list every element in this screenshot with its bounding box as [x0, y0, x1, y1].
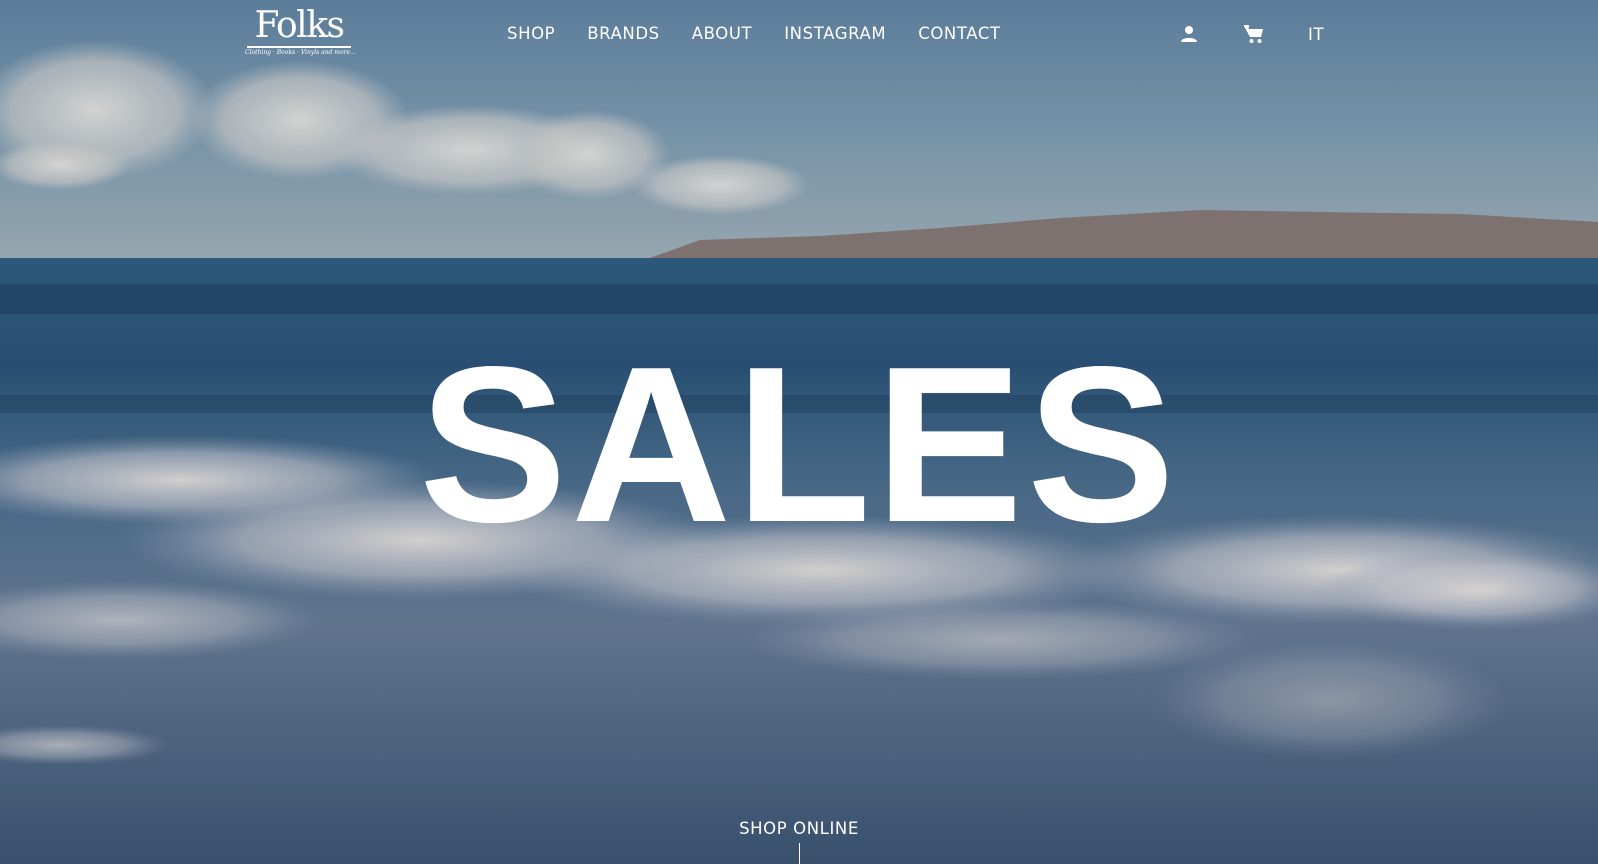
language-switch[interactable]: IT — [1308, 22, 1324, 46]
user-icon — [1181, 26, 1197, 42]
page: Folks Clothing · Books · Vinyls and more… — [0, 0, 1598, 864]
account-button[interactable] — [1178, 22, 1200, 46]
site-header: Folks Clothing · Books · Vinyls and more… — [0, 0, 1598, 70]
main-nav: SHOP BRANDS ABOUT INSTAGRAM CONTACT — [507, 22, 1033, 46]
nav-instagram[interactable]: INSTAGRAM — [784, 22, 886, 46]
nav-about[interactable]: ABOUT — [692, 22, 752, 46]
cart-icon — [1244, 25, 1263, 43]
scroll-indicator-line — [799, 843, 800, 864]
logo-wordmark: Folks — [254, 5, 346, 46]
header-tools: IT — [1178, 22, 1324, 46]
cart-button[interactable] — [1242, 22, 1266, 46]
nav-contact[interactable]: CONTACT — [918, 22, 1000, 46]
hero-title: SALES — [418, 321, 1180, 569]
folks-logo[interactable]: Folks Clothing · Books · Vinyls and more… — [245, 5, 356, 57]
nav-brands[interactable]: BRANDS — [587, 22, 660, 46]
cta: SHOP ONLINE — [0, 818, 1598, 840]
nav-shop[interactable]: SHOP — [507, 22, 555, 46]
logo-rule — [247, 46, 351, 48]
logo-tagline: Clothing · Books · Vinyls and more... — [245, 49, 356, 56]
shop-online-link[interactable]: SHOP ONLINE — [739, 819, 859, 838]
